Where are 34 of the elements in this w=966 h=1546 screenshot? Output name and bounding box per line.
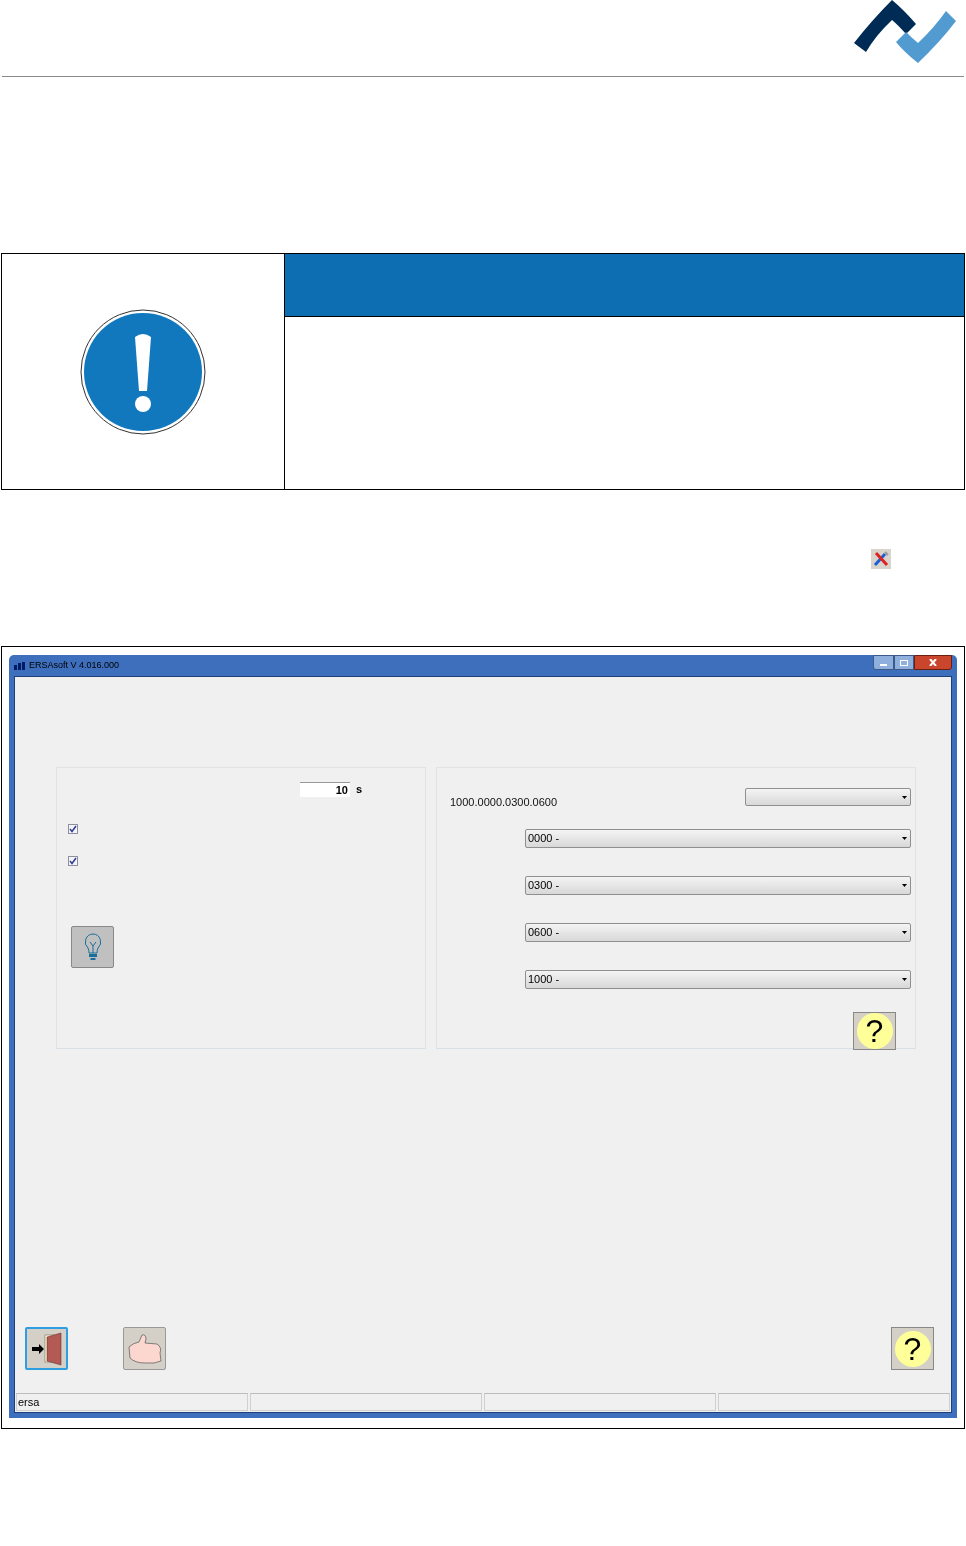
window-title: ERSAsoft V 4.016.000: [29, 658, 120, 672]
dropdown[interactable]: [745, 788, 911, 807]
exit-button[interactable]: [25, 1327, 68, 1370]
help-button[interactable]: ?: [891, 1327, 934, 1370]
close-icon: [929, 659, 937, 666]
bulb-button[interactable]: [71, 925, 114, 968]
checkbox[interactable]: [68, 823, 78, 834]
caret-icon: [902, 930, 907, 934]
dropdown[interactable]: 1000 -: [525, 969, 911, 989]
status-pane: ersa: [16, 1393, 248, 1411]
minimize-icon: [880, 664, 887, 666]
tools-icon: [871, 549, 891, 569]
dropdown[interactable]: 0600 -: [525, 922, 911, 942]
caret-icon: [902, 883, 907, 887]
help-button[interactable]: ?: [853, 1011, 896, 1050]
thumbs-up-icon: [126, 1332, 163, 1365]
logo-icon: [854, 0, 956, 66]
lightbulb-icon: [83, 932, 102, 961]
app-icon: [14, 661, 25, 670]
dropdown[interactable]: 0300 -: [525, 875, 911, 895]
exit-door-icon: [30, 1331, 63, 1366]
close-button[interactable]: [914, 655, 952, 670]
maximize-button[interactable]: [894, 655, 914, 670]
caret-icon: [902, 795, 907, 799]
caret-icon: [902, 977, 907, 981]
maximize-icon: [900, 659, 908, 666]
caret-icon: [902, 836, 907, 840]
minimize-button[interactable]: [873, 655, 894, 670]
seconds-unit: s: [356, 782, 363, 797]
seconds-field[interactable]: 10: [300, 781, 350, 797]
checkbox[interactable]: [68, 855, 78, 866]
dropdown[interactable]: 0000 -: [525, 828, 911, 848]
warning-icon: [80, 308, 206, 435]
code-label: 1000.0000.0300.0600: [450, 795, 558, 810]
